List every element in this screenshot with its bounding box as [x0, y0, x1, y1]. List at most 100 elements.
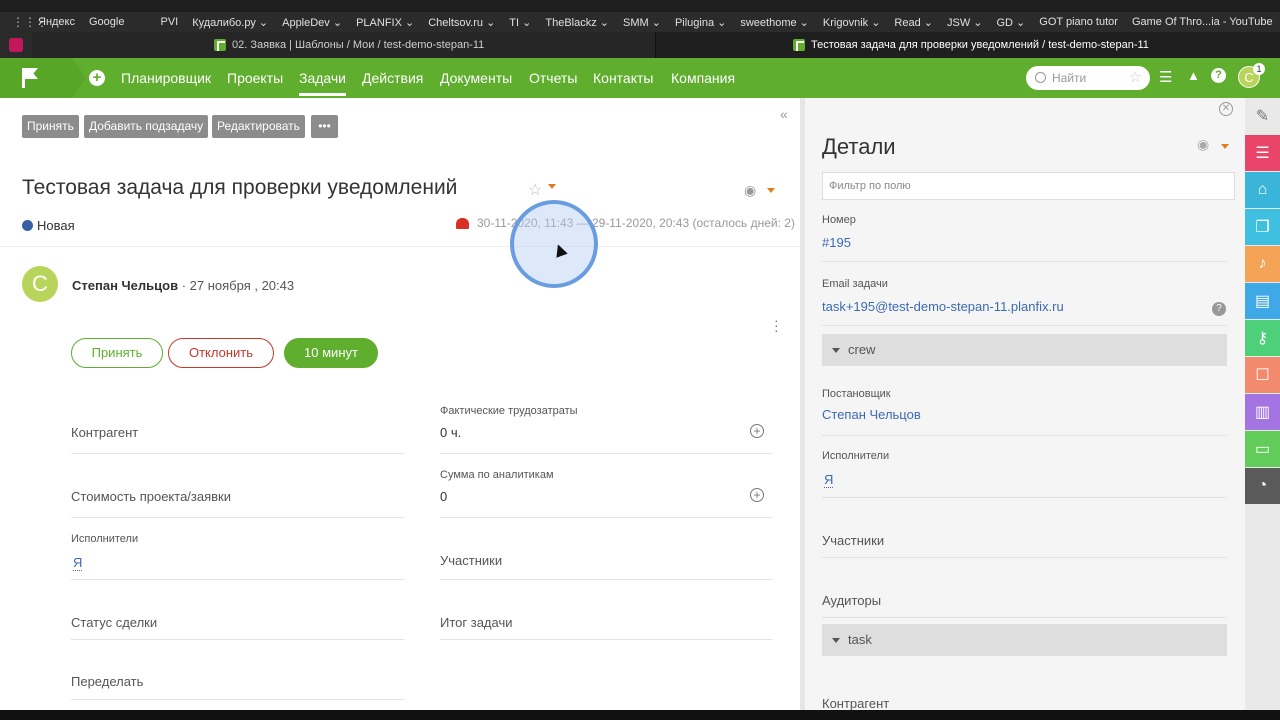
documents-icon[interactable]: ❐	[1245, 209, 1280, 245]
rocket-icon[interactable]: ▲	[1187, 68, 1200, 83]
bell-icon[interactable]: ♪	[1245, 246, 1280, 282]
nav-planner[interactable]: Планировщик	[121, 70, 211, 86]
group-crew[interactable]: crew	[822, 334, 1227, 366]
bookmark[interactable]: PVI	[160, 16, 178, 28]
status-badge[interactable]: Новая	[22, 218, 75, 233]
bookmark[interactable]: Google	[89, 16, 124, 28]
bookmark[interactable]: GD ⌄	[996, 16, 1025, 29]
nav-actions[interactable]: Действия	[362, 70, 423, 86]
field-actual-costs[interactable]: Фактические трудозатраты 0 ч. +	[440, 404, 772, 454]
bookmark[interactable]: Krigovnik ⌄	[823, 16, 881, 29]
bookmark[interactable]: Яндекс	[38, 16, 75, 28]
bookmark[interactable]: Read ⌄	[894, 16, 933, 29]
edit-button[interactable]: Редактировать	[212, 115, 305, 138]
field-analytics-sum[interactable]: Сумма по аналитикам 0 +	[440, 468, 772, 518]
chevron-down-icon[interactable]	[1221, 144, 1229, 149]
menu-icon[interactable]: ☰	[1159, 68, 1172, 86]
bookmark[interactable]: SMM ⌄	[623, 16, 661, 29]
pinned-tab[interactable]	[0, 32, 32, 58]
chat-icon[interactable]: ▭	[1245, 431, 1280, 467]
top-navigation: + Планировщик Проекты Задачи Действия До…	[0, 58, 1280, 98]
detail-contractor[interactable]: Контрагент	[822, 688, 1227, 710]
apps-grid-icon[interactable]: ⋮⋮⋮	[12, 15, 48, 29]
group-task[interactable]: task	[822, 624, 1227, 656]
notes-icon[interactable]: ✎	[1245, 98, 1280, 134]
reject-button[interactable]: Отклонить	[168, 338, 274, 368]
favorite-star-icon[interactable]: ☆	[528, 180, 542, 200]
clock-icon[interactable]: ◔	[1245, 468, 1280, 504]
bookmark[interactable]: TI ⌄	[509, 16, 531, 29]
chevron-down-icon	[832, 348, 840, 353]
task-number-link[interactable]: #195	[822, 235, 851, 250]
add-circle-icon[interactable]: +	[750, 488, 764, 502]
bookmark[interactable]: GOT piano tutor	[1039, 16, 1118, 28]
nav-projects[interactable]: Проекты	[227, 70, 283, 86]
detail-executors: Исполнители Я	[822, 450, 1227, 498]
browser-tab-active[interactable]: Тестовая задача для проверки уведомлений…	[656, 32, 1280, 58]
kebab-menu-icon[interactable]: · · ·	[774, 313, 779, 337]
bookmark[interactable]: TheBlackz ⌄	[545, 16, 609, 29]
setter-link[interactable]: Степан Чельцов	[822, 407, 921, 422]
list-icon[interactable]: ☰	[1245, 135, 1280, 171]
field-redo[interactable]: Переделать	[71, 658, 404, 700]
bookmark[interactable]: JSW ⌄	[947, 16, 983, 29]
bookmark[interactable]: PLANFIX ⌄	[356, 16, 414, 29]
accept-button[interactable]: Принять	[71, 338, 163, 368]
timer-button[interactable]: 10 минут	[284, 338, 378, 368]
key-icon[interactable]: ⚷	[1245, 320, 1280, 356]
executor-link[interactable]: Я	[824, 472, 834, 488]
chevron-down-icon[interactable]	[767, 188, 775, 193]
task-email-link[interactable]: task+195@test-demo-stepan-11.planfix.ru	[822, 299, 1064, 314]
close-icon[interactable]: ✕	[1219, 102, 1233, 116]
nav-contacts[interactable]: Контакты	[593, 70, 653, 86]
field-participants[interactable]: Участники	[440, 542, 772, 580]
add-subtask-button[interactable]: Добавить подзадачу	[84, 115, 209, 138]
star-icon[interactable]: ☆	[1129, 66, 1142, 90]
add-icon[interactable]: +	[89, 70, 105, 86]
hierarchy-icon[interactable]: ⌂	[1245, 172, 1280, 208]
more-button[interactable]: •••	[311, 115, 338, 138]
executor-link[interactable]: Я	[73, 555, 83, 571]
eye-icon[interactable]: ◉	[1197, 136, 1209, 153]
detail-participants[interactable]: Участники	[822, 518, 1227, 558]
chevron-down-icon[interactable]	[548, 184, 556, 189]
detail-setter: Постановщик Степан Чельцов	[822, 388, 1227, 436]
avatar-letter: С	[1244, 70, 1254, 85]
author-name[interactable]: Степан Чельцов	[72, 278, 178, 293]
contact-card-icon[interactable]: ☐	[1245, 357, 1280, 393]
notebook-icon[interactable]: ▥	[1245, 394, 1280, 430]
nav-documents[interactable]: Документы	[440, 70, 512, 86]
bookmark[interactable]: sweethome ⌄	[740, 16, 809, 29]
field-filter-input[interactable]: Фильтр по полю	[822, 172, 1235, 200]
nav-reports[interactable]: Отчеты	[529, 70, 577, 86]
add-circle-icon[interactable]: +	[750, 424, 764, 438]
author-line: Степан Чельцов · 27 ноября , 20:43	[72, 278, 294, 293]
author-avatar[interactable]: С	[22, 266, 58, 302]
help-icon[interactable]: ?	[1211, 68, 1226, 83]
clipboard-icon[interactable]: ▤	[1245, 283, 1280, 319]
bookmark[interactable]: Pilugina ⌄	[675, 16, 726, 29]
detail-label: Исполнители	[822, 450, 890, 462]
user-avatar[interactable]: С 1	[1238, 63, 1265, 88]
field-project-cost[interactable]: Стоимость проекта/заявки	[71, 466, 404, 518]
task-deadline[interactable]: 30-11-2020, 11:43 — 29-11-2020, 20:43 (о…	[456, 216, 795, 230]
eye-icon[interactable]: ◉	[744, 182, 756, 199]
nav-company[interactable]: Компания	[671, 70, 735, 86]
bookmark[interactable]: Game Of Thro...ia - YouTube	[1132, 16, 1273, 28]
browser-tab[interactable]: 02. Заявка | Шаблоны / Мои / test-demo-s…	[32, 32, 656, 58]
search-input[interactable]: Найти ☆	[1026, 66, 1150, 90]
detail-auditors[interactable]: Аудиторы	[822, 578, 1227, 618]
nav-tasks[interactable]: Задачи	[299, 70, 347, 96]
collapse-panel-icon[interactable]: «	[780, 106, 788, 122]
logo-area[interactable]	[0, 58, 86, 98]
bookmark[interactable]: Cheltsov.ru ⌄	[428, 16, 495, 29]
group-label: task	[848, 632, 872, 647]
accept-toolbar-button[interactable]: Принять	[22, 115, 79, 138]
tab-title: Тестовая задача для проверки уведомлений…	[811, 39, 1149, 51]
field-contractor[interactable]: Контрагент	[71, 398, 404, 454]
field-deal-status[interactable]: Статус сделки	[71, 598, 404, 640]
bookmark[interactable]: AppleDev ⌄	[282, 16, 342, 29]
bookmark[interactable]: Кудалибо.ру ⌄	[192, 16, 268, 29]
field-task-result[interactable]: Итог задачи	[440, 602, 772, 640]
help-icon[interactable]: ?	[1212, 302, 1226, 316]
